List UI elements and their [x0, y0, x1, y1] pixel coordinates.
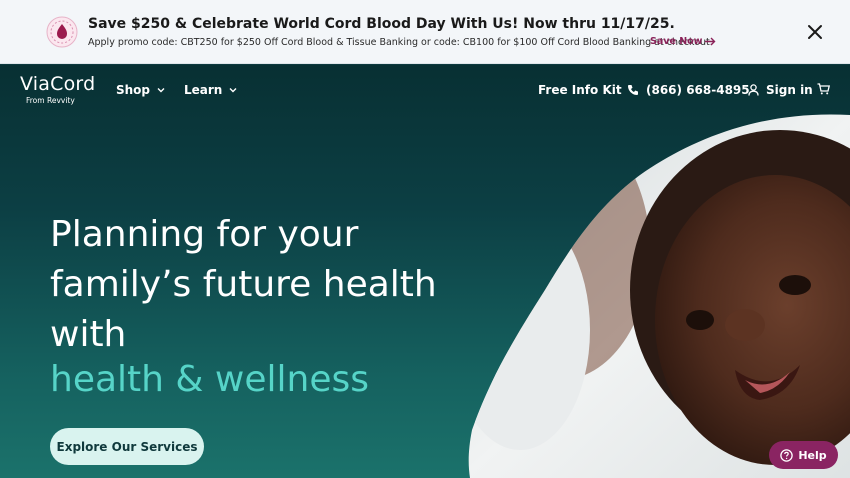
save-now-link[interactable]: Save Now	[650, 36, 716, 47]
user-icon	[748, 84, 759, 96]
explore-services-button[interactable]: Explore Our Services	[50, 428, 204, 465]
main-nav: ViaCord From Revvity Shop Learn Free Inf…	[0, 65, 850, 115]
sign-in-label: Sign in	[766, 83, 813, 97]
shop-label: Shop	[116, 83, 151, 97]
phone-link[interactable]: (866) 668-4895	[627, 83, 750, 97]
promo-banner: Save $250 & Celebrate World Cord Blood D…	[0, 0, 850, 64]
question-circle-icon	[780, 448, 794, 462]
phone-label: (866) 668-4895	[646, 83, 750, 97]
help-button[interactable]: Help	[769, 441, 838, 469]
chevron-down-icon	[229, 88, 237, 93]
blood-drop-icon	[46, 16, 78, 48]
learn-label: Learn	[184, 83, 223, 97]
shop-menu[interactable]: Shop	[116, 83, 165, 97]
promo-title: Save $250 & Celebrate World Cord Blood D…	[88, 16, 675, 32]
promo-subtitle: Apply promo code: CBT250 for $250 Off Co…	[88, 37, 713, 48]
viacord-logo[interactable]: ViaCord From Revvity	[20, 73, 95, 105]
help-label: Help	[798, 448, 827, 462]
learn-menu[interactable]: Learn	[184, 83, 237, 97]
headline-accent-line: health & wellness	[50, 359, 369, 400]
headline-line-2: family’s future health	[50, 264, 437, 305]
hero-headline: Planning for your family’s future health…	[50, 210, 437, 405]
free-info-kit-link[interactable]: Free Info Kit	[538, 83, 622, 97]
free-info-kit-label: Free Info Kit	[538, 83, 622, 97]
arrow-right-icon	[705, 37, 716, 46]
chevron-down-icon	[157, 88, 165, 93]
cart-button[interactable]	[817, 83, 830, 95]
headline-line-1: Planning for your	[50, 214, 359, 255]
close-icon[interactable]	[806, 23, 824, 41]
phone-icon	[628, 85, 638, 95]
logo-text: ViaCord	[20, 73, 96, 95]
headline-line-3: with	[50, 314, 127, 355]
sign-in-link[interactable]: Sign in	[748, 83, 813, 97]
cart-icon	[817, 83, 830, 95]
save-now-label: Save Now	[650, 36, 703, 47]
logo-subtext: From Revvity	[26, 96, 75, 105]
